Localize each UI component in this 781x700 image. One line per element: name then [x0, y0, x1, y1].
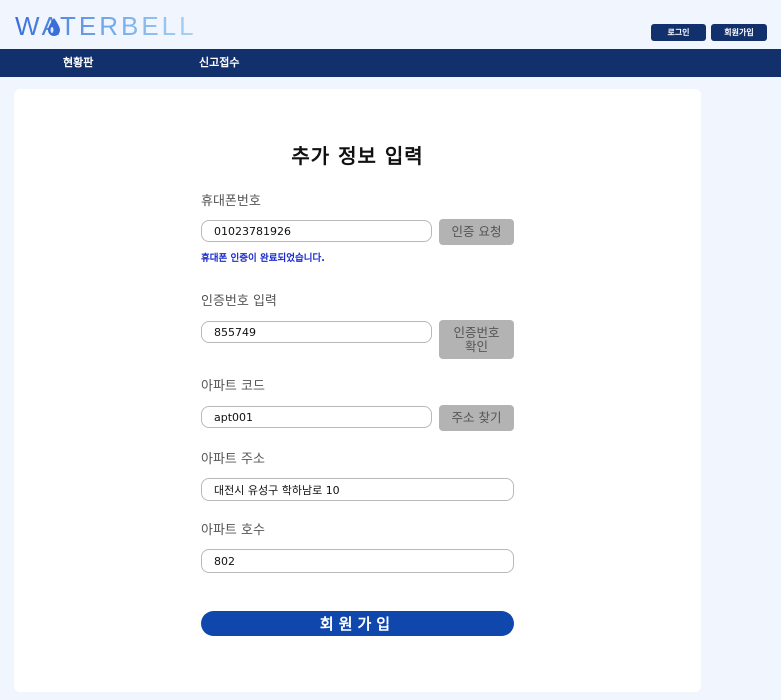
verify-code-input[interactable] [201, 321, 432, 343]
apt-code-input[interactable] [201, 406, 432, 428]
confirm-code-line2: 확인 [464, 338, 488, 354]
logo[interactable]: WATERBELL [15, 11, 197, 41]
apt-address-input[interactable] [201, 478, 514, 501]
apt-unit-label: 아파트 호수 [201, 523, 265, 538]
signup-button[interactable]: 회원가입 [711, 24, 767, 41]
top-bar: WATERBELL 로그인 회원가입 [0, 0, 781, 49]
apt-unit-input[interactable] [201, 549, 514, 573]
request-verification-button[interactable]: 인증 요청 [439, 219, 514, 245]
confirm-code-line1: 인증번호 [453, 324, 500, 340]
signup-submit-button[interactable]: 회원가입 [201, 611, 514, 636]
apt-address-label: 아파트 주소 [201, 452, 265, 467]
logo-text: WATERBELL [15, 10, 197, 41]
apt-code-label: 아파트 코드 [201, 379, 265, 394]
nav-item-report[interactable]: 신고접수 [199, 49, 239, 77]
verify-code-label: 인증번호 입력 [201, 294, 277, 309]
page-title: 추가 정보 입력 [291, 144, 424, 168]
phone-label: 휴대폰번호 [201, 194, 261, 209]
verification-status: 휴대폰 인증이 완료되었습니다. [201, 253, 325, 264]
main-nav: 현황판 신고접수 [0, 49, 781, 77]
water-drop-icon [48, 18, 60, 36]
signup-card [14, 89, 701, 692]
confirm-code-button[interactable]: 인증번호 확인 [439, 320, 514, 359]
find-address-button[interactable]: 주소 찾기 [439, 405, 514, 431]
login-button[interactable]: 로그인 [651, 24, 706, 41]
phone-input[interactable] [201, 220, 432, 242]
nav-item-dashboard[interactable]: 현황판 [63, 49, 93, 77]
